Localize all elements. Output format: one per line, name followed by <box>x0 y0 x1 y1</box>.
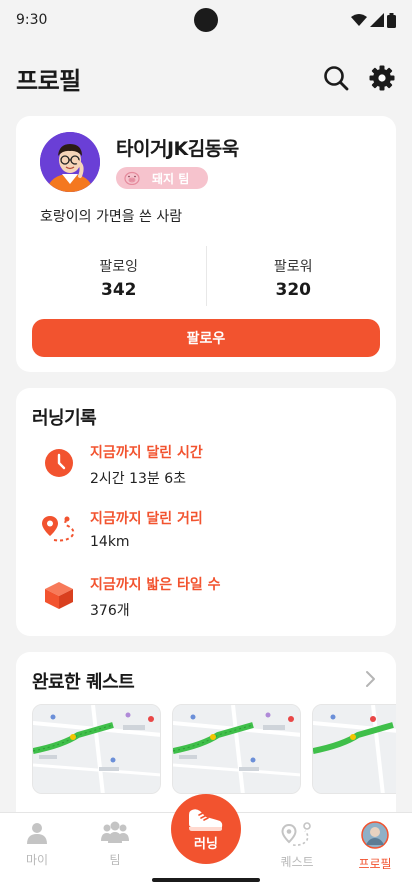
nav-label-profile: 프로필 <box>358 857 392 871</box>
team-badge-label: 돼지 팀 <box>152 171 190 186</box>
group-icon <box>101 821 129 843</box>
nav-item-profile[interactable]: 프로필 <box>345 821 405 872</box>
record-distance: 지금까지 달린 거리 14km <box>42 508 203 550</box>
followers-label: 팔로워 <box>273 259 313 275</box>
quest-thumbnail[interactable] <box>32 704 161 794</box>
home-indicator <box>152 878 260 882</box>
record-tiles-value: 376개 <box>90 603 130 619</box>
status-icons <box>351 12 396 28</box>
page-title: 프로필 <box>16 66 81 95</box>
record-time-value: 2시간 13분 6초 <box>90 471 187 487</box>
profile-username: 타이거JK김동욱 <box>116 138 239 160</box>
gear-icon <box>369 65 395 91</box>
clock-icon <box>42 446 76 480</box>
avatar-illustration <box>40 132 100 192</box>
quest-thumbnail[interactable] <box>312 704 396 794</box>
followers-stat[interactable]: 팔로워 320 <box>207 246 381 306</box>
nav-label-quest: 퀘스트 <box>280 855 314 869</box>
nav-label-run: 러닝 <box>194 837 218 852</box>
quests-section-title: 완료한 퀘스트 <box>32 672 135 693</box>
follow-button[interactable]: 팔로우 <box>32 319 380 357</box>
tile-cube-icon <box>42 578 76 612</box>
following-label: 팔로잉 <box>99 259 139 275</box>
record-distance-value: 14km <box>90 534 130 550</box>
quest-thumbnail[interactable] <box>172 704 301 794</box>
map-thumbnail <box>173 705 300 793</box>
follow-stats: 팔로잉 342 팔로워 320 <box>32 246 380 306</box>
chevron-right-icon <box>366 671 375 687</box>
nav-label-team: 팀 <box>109 853 121 867</box>
followers-count: 320 <box>275 280 312 300</box>
status-time: 9:30 <box>16 12 48 28</box>
nav-item-team[interactable]: 팀 <box>85 821 145 868</box>
profile-card: 타이거JK김동욱 돼지 팀 호랑이의 가면을 쓴 사람 팔로잉 342 팔로워 … <box>16 116 396 372</box>
quests-more-button[interactable] <box>364 670 376 692</box>
records-section-title: 러닝기록 <box>32 408 97 429</box>
map-thumbnail <box>33 705 160 793</box>
app-header: 프로필 <box>0 40 412 116</box>
following-stat[interactable]: 팔로잉 342 <box>32 246 206 306</box>
team-badge[interactable]: 돼지 팀 <box>116 167 208 189</box>
signal-icon <box>370 13 384 27</box>
record-distance-title: 지금까지 달린 거리 <box>90 511 203 527</box>
nav-run-button[interactable]: 러닝 <box>171 794 241 864</box>
camera-cutout <box>194 8 218 32</box>
completed-quests-card: 완료한 퀘스트 <box>16 652 396 812</box>
record-time-title: 지금까지 달린 시간 <box>90 445 203 461</box>
pig-icon <box>124 171 140 185</box>
record-tiles-title: 지금까지 밟은 타일 수 <box>90 577 221 593</box>
nav-label-my: 마이 <box>25 853 49 867</box>
sneaker-icon <box>189 809 223 831</box>
status-bar: 9:30 <box>0 0 412 40</box>
route-icon <box>42 512 76 546</box>
battery-icon <box>387 12 396 28</box>
record-tiles: 지금까지 밟은 타일 수 376개 <box>42 574 221 620</box>
profile-avatar[interactable] <box>40 132 100 192</box>
record-time: 지금까지 달린 시간 2시간 13분 6초 <box>42 442 203 488</box>
search-button[interactable] <box>322 64 350 92</box>
map-pin-route-icon <box>281 822 311 846</box>
nav-item-my[interactable]: 마이 <box>7 821 67 868</box>
wifi-icon <box>351 14 367 26</box>
quest-thumbnails <box>32 704 396 794</box>
avatar-icon <box>361 821 389 849</box>
profile-bio: 호랑이의 가면을 쓴 사람 <box>40 209 183 225</box>
person-icon <box>27 823 47 844</box>
running-records-card: 러닝기록 지금까지 달린 시간 2시간 13분 6초 지금까지 달린 거리 14… <box>16 388 396 636</box>
nav-item-quest[interactable]: 퀘스트 <box>267 821 327 870</box>
map-thumbnail <box>313 705 396 793</box>
settings-button[interactable] <box>368 64 396 92</box>
header-actions <box>322 64 396 92</box>
search-icon <box>324 66 349 91</box>
following-count: 342 <box>101 280 137 300</box>
